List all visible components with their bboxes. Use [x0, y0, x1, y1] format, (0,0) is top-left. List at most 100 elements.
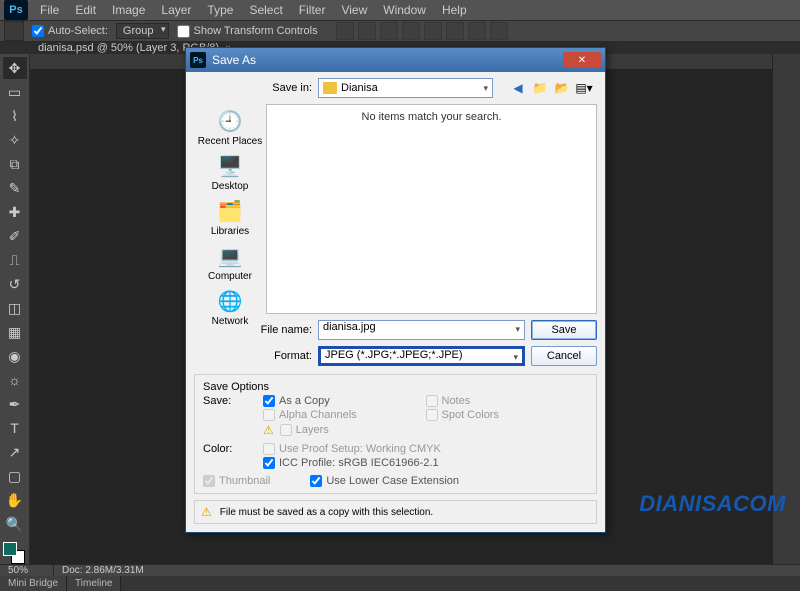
no-items-message: No items match your search.	[362, 111, 502, 123]
places-bar: 🕘 Recent Places 🖥️ Desktop 🗂️ Libraries …	[194, 104, 266, 314]
place-network[interactable]: 🌐 Network	[196, 286, 264, 329]
proof-setup-checkbox: Use Proof Setup: Working CMYK	[263, 443, 588, 455]
view-menu-icon[interactable]: ▤▾	[575, 79, 593, 97]
menu-filter[interactable]: Filter	[291, 3, 334, 17]
doc-size: Doc: 2.86M/3.31M	[54, 565, 144, 576]
libraries-icon: 🗂️	[215, 198, 245, 224]
menu-file[interactable]: File	[32, 3, 67, 17]
up-folder-icon[interactable]: 📁	[531, 79, 549, 97]
hand-tool-icon[interactable]: ✋	[3, 489, 27, 511]
new-folder-icon[interactable]: 📂	[553, 79, 571, 97]
menu-edit[interactable]: Edit	[67, 3, 104, 17]
heal-tool-icon[interactable]: ✚	[3, 201, 27, 223]
file-list[interactable]: No items match your search.	[266, 104, 597, 314]
save-button[interactable]: Save	[531, 320, 597, 340]
align-icon[interactable]	[358, 22, 376, 40]
thumbnail-checkbox: Thumbnail	[203, 475, 270, 487]
menu-type[interactable]: Type	[199, 3, 241, 17]
align-icon[interactable]	[468, 22, 486, 40]
align-icon[interactable]	[490, 22, 508, 40]
place-desktop[interactable]: 🖥️ Desktop	[196, 151, 264, 194]
dialog-titlebar[interactable]: Ps Save As ✕	[186, 48, 605, 72]
history-brush-tool-icon[interactable]: ↺	[3, 273, 27, 295]
cancel-button[interactable]: Cancel	[531, 346, 597, 366]
menu-window[interactable]: Window	[375, 3, 434, 17]
align-icon[interactable]	[424, 22, 442, 40]
save-in-dropdown[interactable]: Dianisa	[318, 78, 493, 98]
auto-select-group-dropdown[interactable]: Group	[116, 23, 169, 39]
watermark: DIANISACOM	[639, 491, 786, 517]
save-in-value: Dianisa	[341, 82, 378, 94]
zoom-level[interactable]: 50%	[0, 565, 54, 576]
collapsed-panels[interactable]	[772, 54, 800, 564]
as-copy-checkbox[interactable]: As a Copy	[263, 395, 426, 407]
marquee-tool-icon[interactable]: ▭	[3, 81, 27, 103]
align-controls	[336, 22, 508, 40]
menu-help[interactable]: Help	[434, 3, 475, 17]
move-tool-icon[interactable]: ✥	[3, 57, 27, 79]
path-tool-icon[interactable]: ↗	[3, 441, 27, 463]
lasso-tool-icon[interactable]: ⌇	[3, 105, 27, 127]
place-label: Desktop	[212, 181, 249, 192]
zoom-tool-icon[interactable]: 🔍	[3, 513, 27, 535]
menu-view[interactable]: View	[333, 3, 375, 17]
save-in-label: Save in:	[194, 82, 312, 94]
shape-tool-icon[interactable]: ▢	[3, 465, 27, 487]
toolbox: ✥ ▭ ⌇ ✧ ⧉ ✎ ✚ ✐ ⎍ ↺ ◫ ▦ ◉ ☼ ✒ T ↗ ▢ ✋ 🔍	[0, 54, 30, 564]
bottom-panel-tabs: Mini Bridge Timeline	[0, 576, 800, 591]
ps-logo-icon: Ps	[4, 0, 28, 20]
options-bar: Auto-Select: Group Show Transform Contro…	[0, 21, 800, 42]
icc-profile-checkbox[interactable]: ICC Profile: sRGB IEC61966-2.1	[263, 457, 588, 469]
menu-image[interactable]: Image	[104, 3, 153, 17]
network-icon: 🌐	[215, 288, 245, 314]
folder-icon	[323, 82, 337, 94]
place-recent[interactable]: 🕘 Recent Places	[196, 106, 264, 149]
eyedropper-tool-icon[interactable]: ✎	[3, 177, 27, 199]
ps-logo-icon: Ps	[190, 52, 206, 68]
stamp-tool-icon[interactable]: ⎍	[3, 249, 27, 271]
close-icon[interactable]: ✕	[563, 52, 601, 68]
recent-places-icon: 🕘	[215, 108, 245, 134]
place-label: Libraries	[211, 226, 249, 237]
back-icon[interactable]: ◀	[509, 79, 527, 97]
color-swatches[interactable]	[3, 542, 25, 564]
file-name-input[interactable]: dianisa.jpg	[318, 320, 525, 340]
dialog-title: Save As	[212, 53, 256, 67]
crop-tool-icon[interactable]: ⧉	[3, 153, 27, 175]
wand-tool-icon[interactable]: ✧	[3, 129, 27, 151]
warning-text: File must be saved as a copy with this s…	[220, 507, 433, 518]
place-computer[interactable]: 💻 Computer	[196, 241, 264, 284]
show-transform-controls-checkbox[interactable]: Show Transform Controls	[177, 25, 318, 38]
align-icon[interactable]	[380, 22, 398, 40]
format-dropdown[interactable]: JPEG (*.JPG;*.JPEG;*.JPE)	[318, 346, 525, 366]
timeline-tab[interactable]: Timeline	[67, 576, 121, 591]
brush-tool-icon[interactable]: ✐	[3, 225, 27, 247]
computer-icon: 💻	[215, 243, 245, 269]
save-options-title: Save Options	[203, 381, 588, 393]
lowercase-ext-checkbox[interactable]: Use Lower Case Extension	[310, 475, 459, 487]
eraser-tool-icon[interactable]: ◫	[3, 297, 27, 319]
move-tool-icon[interactable]	[4, 21, 24, 41]
desktop-icon: 🖥️	[215, 153, 245, 179]
align-icon[interactable]	[446, 22, 464, 40]
dodge-tool-icon[interactable]: ☼	[3, 369, 27, 391]
color-sub-label: Color:	[203, 443, 263, 455]
pen-tool-icon[interactable]: ✒	[3, 393, 27, 415]
format-label: Format:	[194, 350, 312, 362]
foreground-color-icon[interactable]	[3, 542, 17, 556]
place-libraries[interactable]: 🗂️ Libraries	[196, 196, 264, 239]
auto-select-label: Auto-Select:	[48, 25, 108, 37]
notes-checkbox: Notes	[426, 395, 589, 407]
menu-layer[interactable]: Layer	[153, 3, 199, 17]
type-tool-icon[interactable]: T	[3, 417, 27, 439]
auto-select-checkbox[interactable]: Auto-Select:	[32, 25, 108, 37]
menu-select[interactable]: Select	[241, 3, 290, 17]
show-transform-label: Show Transform Controls	[194, 25, 318, 37]
align-icon[interactable]	[402, 22, 420, 40]
mini-bridge-tab[interactable]: Mini Bridge	[0, 576, 67, 591]
align-icon[interactable]	[336, 22, 354, 40]
blur-tool-icon[interactable]: ◉	[3, 345, 27, 367]
gradient-tool-icon[interactable]: ▦	[3, 321, 27, 343]
menu-bar: Ps File Edit Image Layer Type Select Fil…	[0, 0, 800, 21]
place-label: Computer	[208, 271, 252, 282]
